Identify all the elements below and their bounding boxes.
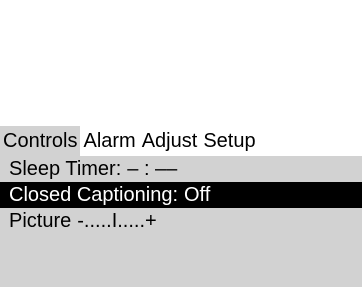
device-screen: Controls Alarm Adjust Setup Sleep Timer:…: [0, 0, 362, 287]
tab-adjust[interactable]: Adjust: [139, 126, 201, 156]
sleep-timer-value: – : ––: [127, 158, 178, 180]
closed-captioning-value: Off: [184, 184, 211, 206]
picture-slider[interactable]: -.....I.....+: [77, 210, 156, 232]
menu-tab-bar: Controls Alarm Adjust Setup: [0, 126, 362, 156]
picture-label: Picture: [9, 210, 72, 232]
menu-item-closed-captioning[interactable]: Closed Captioning: Off: [0, 182, 362, 208]
tab-setup[interactable]: Setup: [200, 126, 258, 156]
closed-captioning-label: Closed Captioning:: [9, 184, 178, 206]
menu-item-picture[interactable]: Picture -.....I.....+: [0, 208, 362, 234]
tab-alarm[interactable]: Alarm: [80, 126, 138, 156]
sleep-timer-label: Sleep Timer:: [9, 158, 122, 180]
menu-item-sleep-timer[interactable]: Sleep Timer: – : ––: [0, 156, 362, 182]
display-blank-area: [0, 0, 362, 126]
controls-menu-panel: Sleep Timer: – : –– Closed Captioning: Off…: [0, 156, 362, 287]
tab-controls[interactable]: Controls: [0, 126, 81, 156]
